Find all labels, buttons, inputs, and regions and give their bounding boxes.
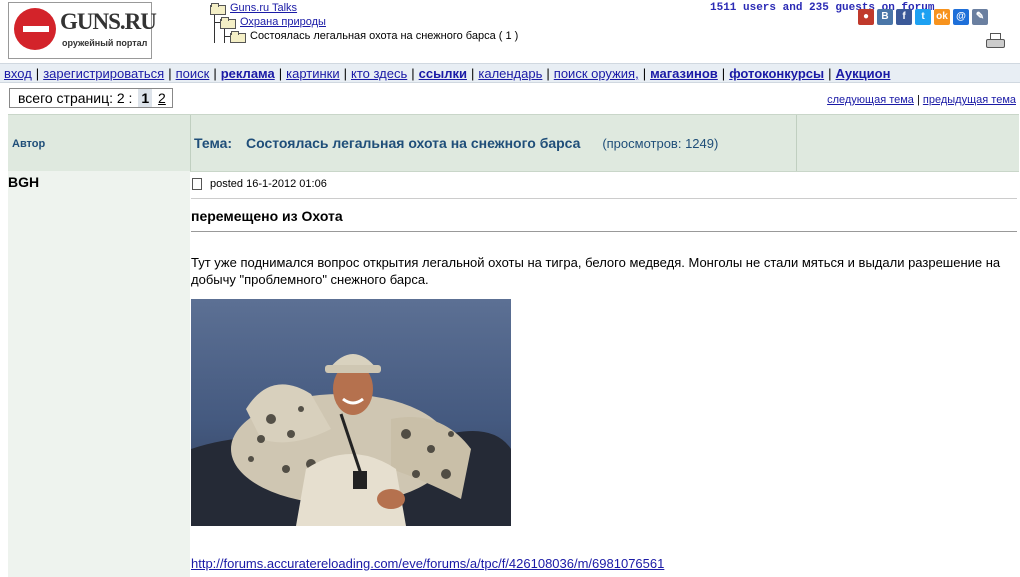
nav-separator: | — [411, 66, 415, 81]
breadcrumb-current-topic: Состоялась легальная охота на снежного б… — [250, 30, 519, 42]
main-nav: вход | зарегистрироваться | поиск | реклама | ка… — [0, 63, 1020, 83]
folder-open-icon — [230, 31, 246, 43]
nav-link[interactable]: поиск — [176, 66, 210, 81]
pagination-label: всего страниц: 2 : — [18, 90, 133, 106]
breadcrumb-link-section[interactable]: Охрана природы — [240, 15, 326, 29]
logo-subtitle: оружейный портал — [62, 38, 148, 48]
nav-separator: | — [168, 66, 172, 81]
thread-header: Автор Тема: Состоялась легальная охота н… — [8, 114, 1019, 172]
topic-navigation: следующая тема | предыдущая тема — [827, 94, 1016, 106]
nav-separator: | — [642, 66, 647, 81]
nav-link[interactable]: кто здесь — [351, 66, 407, 81]
nav-link[interactable]: вход — [4, 66, 32, 81]
breadcrumb-item-section: Охрана природы — [210, 15, 518, 29]
post-body: Тут уже поднимался вопрос открытия легал… — [191, 255, 1001, 287]
nav-link[interactable]: Аукцион — [836, 66, 891, 81]
rss-icon[interactable]: ● — [858, 9, 874, 25]
topic-title: Состоялась легальная охота на снежного б… — [245, 135, 581, 151]
breadcrumb: Guns.ru Talks Охрана природы Состоялась … — [210, 1, 518, 43]
pagination-page-link[interactable]: 2 — [158, 90, 166, 106]
topic-label: Тема: — [194, 135, 233, 151]
breadcrumb-item-topic: Состоялась легальная охота на снежного б… — [210, 29, 518, 43]
pencil-icon[interactable]: ✎ — [972, 9, 988, 25]
post-photo[interactable] — [191, 299, 511, 526]
nav-separator: | — [470, 66, 475, 81]
share-icons: ● Bf t ok @ ✎ — [858, 9, 988, 25]
nav-separator: | — [213, 66, 217, 81]
document-icon — [192, 178, 202, 190]
facebook-icon[interactable]: f — [896, 9, 912, 25]
prev-topic-link[interactable]: предыдущая тема — [923, 94, 1016, 106]
post-author[interactable]: BGH — [8, 174, 39, 190]
hunter-snow-leopard-photo — [191, 354, 511, 526]
post-title: перемещено из Охота — [191, 208, 343, 224]
odnoklassniki-icon[interactable]: ok — [934, 9, 950, 25]
next-topic-link[interactable]: следующая тема — [827, 94, 914, 106]
nav-separator: | — [278, 66, 283, 81]
nav-link[interactable]: картинки — [286, 66, 340, 81]
breadcrumb-link-talks[interactable]: Guns.ru Talks — [230, 1, 297, 15]
nav-link[interactable]: зарегистрироваться — [43, 66, 164, 81]
nav-link[interactable]: магазинов — [650, 66, 718, 81]
nav-separator: | — [828, 66, 832, 81]
thread-title: Тема: Состоялась легальная охота на снеж… — [194, 135, 718, 151]
logo-brand: GUNS.RU — [60, 9, 157, 34]
print-icon[interactable] — [986, 33, 1005, 48]
site-logo[interactable]: GUNS.RU оружейный портал — [8, 2, 157, 59]
nav-separator: | — [721, 66, 726, 81]
pagination-current-page: 1 — [138, 89, 153, 107]
nav-link[interactable]: фотоконкурсы — [729, 66, 824, 81]
external-link[interactable]: http://forums.accuratereloading.com/eve/… — [191, 556, 664, 571]
nav-link[interactable]: реклама — [221, 66, 275, 81]
post-meta: posted 16-1-2012 01:06 — [192, 178, 327, 190]
author-column-label: Автор — [12, 138, 46, 150]
view-count: (просмотров: 1249) — [602, 136, 719, 151]
nav-separator: | — [546, 66, 550, 81]
nav-separator: | — [343, 66, 347, 81]
nav-link[interactable]: ссылки — [419, 66, 467, 81]
vkontakte-icon[interactable]: B — [877, 9, 893, 25]
mail-icon[interactable]: @ — [953, 9, 969, 25]
logo-mark-icon — [14, 8, 56, 50]
post-date: posted 16-1-2012 01:06 — [210, 178, 327, 190]
divider — [191, 231, 1017, 232]
author-column — [8, 171, 190, 577]
twitter-icon[interactable]: t — [915, 9, 931, 25]
folder-open-icon — [220, 17, 236, 29]
nav-separator: | — [35, 66, 40, 81]
pagination: всего страниц: 2 : 1 2 — [9, 88, 173, 108]
nav-link[interactable]: календарь — [478, 66, 542, 81]
nav-link[interactable]: поиск оружия, — [554, 66, 639, 81]
folder-open-icon — [210, 3, 226, 15]
divider — [191, 198, 1017, 199]
breadcrumb-item-root: Guns.ru Talks — [210, 1, 518, 15]
